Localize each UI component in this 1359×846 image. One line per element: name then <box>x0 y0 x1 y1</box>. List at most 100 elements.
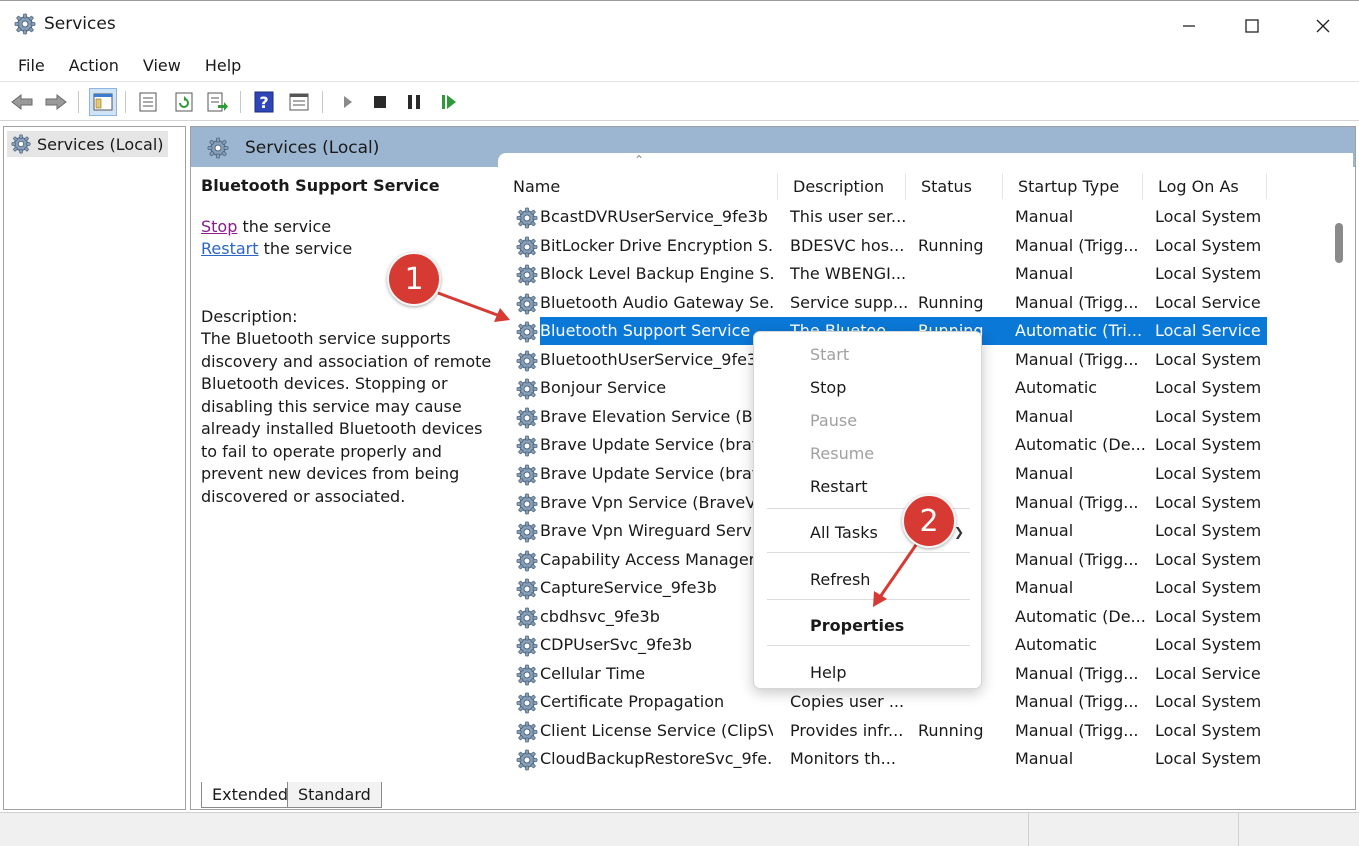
scrollbar-thumb[interactable] <box>1335 223 1343 263</box>
vertical-scrollbar[interactable] <box>1331 153 1353 781</box>
service-gear-icon <box>516 407 538 429</box>
table-row[interactable]: BitLocker Drive Encryption S... BDESVC ho… <box>498 232 1298 261</box>
close-icon <box>1316 19 1330 33</box>
table-row[interactable]: Block Level Backup Engine S... The WBENGI… <box>498 260 1298 289</box>
cell-startup-type: Manual (Trigg... <box>1015 663 1139 683</box>
close-button[interactable] <box>1289 1 1357 51</box>
cell-status: Running <box>918 235 984 255</box>
refresh-button[interactable] <box>170 88 198 116</box>
export-list-button[interactable] <box>203 88 231 116</box>
status-divider <box>1028 813 1029 846</box>
help-icon: ? <box>254 91 274 113</box>
minimize-button[interactable] <box>1155 1 1223 51</box>
restart-link[interactable]: Restart <box>201 239 259 258</box>
cell-log-on-as: Local System <box>1155 235 1262 255</box>
cell-description: The WBENGI... <box>790 264 907 284</box>
table-row[interactable]: BcastDVRUserService_9fe3b This user ser..… <box>498 203 1298 232</box>
toolbar: ? <box>0 83 1359 121</box>
cell-startup-type: Manual <box>1015 264 1074 284</box>
column-header-name[interactable]: Name <box>498 169 778 203</box>
console-view-button[interactable] <box>285 88 313 116</box>
cell-log-on-as: Local System <box>1155 264 1262 284</box>
cell-name: Brave Elevation Service (Bra <box>540 406 769 426</box>
forward-button[interactable] <box>42 88 70 116</box>
properties-list-button[interactable] <box>134 88 162 116</box>
start-service-button[interactable] <box>333 88 361 116</box>
cell-name: cbdhsvc_9fe3b <box>540 606 660 626</box>
cell-name: BcastDVRUserService_9fe3b <box>540 207 768 226</box>
svg-text:?: ? <box>259 93 268 112</box>
toolbar-separator <box>125 91 126 113</box>
tree-item-services-local[interactable]: Services (Local) <box>7 131 168 157</box>
menu-view[interactable]: View <box>131 50 193 82</box>
cell-startup-type: Manual (Trigg... <box>1015 235 1139 255</box>
pause-service-button[interactable] <box>400 88 428 116</box>
submenu-chevron-icon: ❯ <box>954 525 965 539</box>
column-header-description[interactable]: Description <box>778 169 906 203</box>
maximize-button[interactable] <box>1218 1 1286 51</box>
column-header-log-on-as[interactable]: Log On As <box>1143 169 1267 203</box>
cell-name: Brave Vpn Wireguard Servi <box>540 521 757 541</box>
cell-startup-type: Manual (Trigg... <box>1015 720 1139 740</box>
cell-log-on-as: Local System <box>1155 435 1262 455</box>
cell-description: Provides infr... <box>790 720 904 740</box>
service-gear-icon <box>516 435 538 457</box>
annotation-badge-1: 1 <box>387 252 441 306</box>
cell-startup-type: Manual (Trigg... <box>1015 349 1139 369</box>
cell-name: Brave Vpn Service (BraveVp <box>540 492 767 512</box>
cell-startup-type: Automatic <box>1015 378 1098 398</box>
service-gear-icon <box>516 578 538 600</box>
cell-name: Bluetooth Audio Gateway Se... <box>540 292 773 312</box>
ctx-help[interactable]: Help <box>810 663 846 682</box>
help-button[interactable]: ? <box>250 88 278 116</box>
cell-log-on-as: Local System <box>1155 378 1262 398</box>
cell-startup-type: Manual <box>1015 749 1074 769</box>
ctx-stop[interactable]: Stop <box>810 378 846 397</box>
ctx-pause: Pause <box>810 411 858 430</box>
cell-name: CDPUserSvc_9fe3b <box>540 635 693 655</box>
service-gear-icon <box>516 493 538 514</box>
cell-startup-type: Manual <box>1015 578 1074 598</box>
cell-startup-type: Automatic (De... <box>1015 606 1146 626</box>
cell-startup-type: Manual (Trigg... <box>1015 292 1139 312</box>
cell-log-on-as: Local System <box>1155 492 1262 512</box>
toolbar-separator <box>240 91 241 113</box>
menu-action[interactable]: Action <box>57 50 131 82</box>
column-header-status[interactable]: Status <box>906 169 1003 203</box>
menu-help[interactable]: Help <box>193 50 253 82</box>
ctx-start: Start <box>810 345 850 364</box>
tab-extended[interactable]: Extended <box>201 782 299 808</box>
table-row[interactable]: CloudBackupRestoreSvc_9fe... Monitors th.… <box>498 745 1298 774</box>
services-gear-icon <box>207 137 229 159</box>
cell-startup-type: Automatic (De... <box>1015 435 1146 455</box>
service-gear-icon <box>516 635 538 657</box>
menu-file[interactable]: File <box>6 50 57 82</box>
start-service-icon <box>344 96 352 108</box>
description-label: Description: <box>201 306 298 326</box>
tab-standard[interactable]: Standard <box>287 782 382 808</box>
stop-link[interactable]: Stop <box>201 217 237 236</box>
refresh-icon <box>175 92 193 112</box>
show-hide-tree-button[interactable] <box>89 88 117 116</box>
table-row[interactable]: Client License Service (ClipSV... Provide… <box>498 717 1298 746</box>
ctx-separator <box>767 599 970 600</box>
back-button[interactable] <box>8 88 36 116</box>
cell-name: Bonjour Service <box>540 378 667 398</box>
cell-description: Copies user ... <box>790 692 905 712</box>
cell-log-on-as: Local System <box>1155 606 1262 626</box>
cell-log-on-as: Local System <box>1155 521 1262 541</box>
column-header-startup-type[interactable]: Startup Type <box>1003 169 1143 203</box>
table-row[interactable]: Certificate Propagation Copies user ... Ma… <box>498 688 1298 717</box>
ctx-refresh[interactable]: Refresh <box>810 570 870 589</box>
cell-status: Running <box>918 720 984 740</box>
ctx-properties[interactable]: Properties <box>810 616 904 635</box>
show-hide-tree-icon <box>93 93 113 111</box>
table-row[interactable]: Bluetooth Audio Gateway Se... Service sup… <box>498 289 1298 318</box>
service-gear-icon <box>516 464 538 486</box>
ctx-restart[interactable]: Restart <box>810 477 868 496</box>
restart-service-button[interactable] <box>435 88 463 116</box>
ctx-all-tasks[interactable]: All Tasks <box>810 523 878 542</box>
stop-service-icon <box>374 96 386 108</box>
cell-name: CaptureService_9fe3b <box>540 578 717 598</box>
stop-service-button[interactable] <box>366 88 394 116</box>
